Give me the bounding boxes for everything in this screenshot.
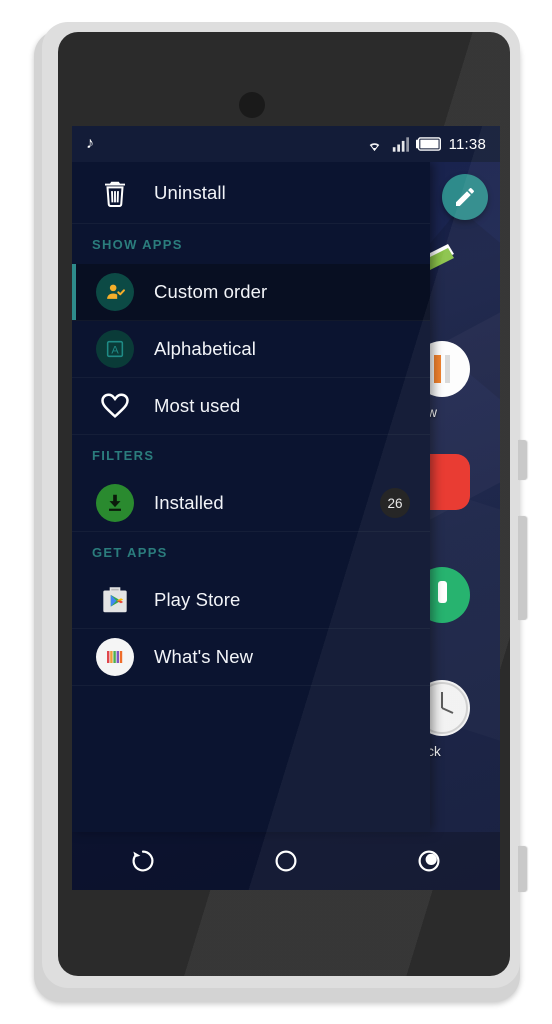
section-header-get-apps: GET APPS: [92, 544, 168, 560]
svg-text:A: A: [111, 345, 119, 357]
menu-item-most-used[interactable]: Most used: [72, 378, 430, 435]
menu-item-play-store[interactable]: Play Store: [72, 572, 430, 629]
status-bar: ♪ 11:38: [72, 126, 500, 162]
section-header-filters: FILTERS: [92, 447, 155, 463]
whats-new-icon-wrap: [92, 634, 138, 680]
power-button[interactable]: [518, 440, 527, 480]
menu-item-label: What's New: [154, 646, 254, 667]
recents-circle-icon[interactable]: [399, 832, 459, 890]
menu-item-whats-new[interactable]: What's New: [72, 629, 430, 686]
download-icon: [96, 484, 134, 522]
heart-icon: [92, 383, 138, 429]
letter-a-icon-wrap: A: [92, 326, 138, 372]
menu-item-alphabetical[interactable]: A Alphabetical: [72, 321, 430, 378]
music-note-icon: ♪: [86, 135, 94, 152]
system-navigation-bar: [72, 832, 500, 890]
download-icon-wrap: [92, 480, 138, 526]
menu-item-label: Most used: [154, 395, 241, 416]
menu-item-label: Alphabetical: [154, 338, 256, 359]
status-badge: 26: [380, 488, 410, 518]
menu-item-custom-order[interactable]: Custom order: [72, 264, 430, 321]
menu-item-label: Custom order: [154, 281, 268, 302]
wifi-icon: [369, 142, 379, 151]
person-check-icon-wrap: [92, 269, 138, 315]
phone-mockup: ne New be: [34, 22, 527, 1004]
menu-item-label: Installed: [154, 492, 224, 513]
extra-button[interactable]: [518, 846, 527, 892]
edit-fab[interactable]: [442, 174, 488, 220]
trash-icon: [92, 170, 138, 216]
volume-button[interactable]: [518, 516, 527, 620]
front-camera: [239, 92, 265, 118]
phone-screen: ne New be: [72, 126, 500, 890]
battery-icon: [415, 137, 441, 151]
whats-new-icon: [96, 638, 134, 676]
person-check-icon: [96, 273, 134, 311]
menu-item-label: Uninstall: [154, 181, 226, 203]
menu-item-label: Play Store: [154, 589, 241, 610]
signal-bars-icon: [392, 136, 409, 152]
home-circle-icon[interactable]: [256, 832, 316, 890]
navigation-drawer: Uninstall SHOW APPS Custom order A Alpha…: [72, 162, 430, 832]
menu-item-installed[interactable]: Installed 26: [72, 475, 430, 532]
play-store-icon: [92, 577, 138, 623]
letter-a-icon: A: [96, 330, 134, 368]
back-circle-icon[interactable]: [113, 832, 173, 890]
pencil-icon: [456, 187, 474, 206]
status-clock: 11:38: [448, 135, 486, 153]
menu-item-uninstall[interactable]: Uninstall: [72, 162, 430, 224]
section-header-show-apps: SHOW APPS: [92, 236, 183, 252]
